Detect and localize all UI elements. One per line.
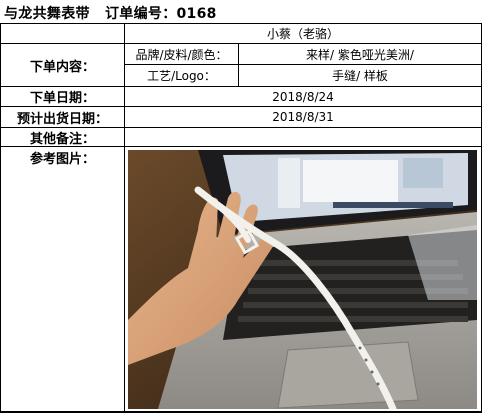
ship-date-value: 2018/8/31 <box>272 110 334 124</box>
brand-value: 来样/ 紫色哑光美洲/ <box>306 47 414 62</box>
order-number-label: 订单编号： <box>105 6 177 22</box>
reference-image-label: 参考图片： <box>29 151 95 167</box>
remarks-label: 其他备注： <box>29 131 95 147</box>
customer-name: 小蔡（老骆） <box>266 27 339 41</box>
order-date-label: 下单日期： <box>29 91 95 106</box>
remarks-value <box>125 128 481 146</box>
craft-label: 工艺/Logo： <box>147 69 216 83</box>
craft-value: 手缝/ 样板 <box>332 69 388 83</box>
reference-photo <box>128 150 477 409</box>
order-content-label: 下单内容： <box>29 59 95 75</box>
ship-date-label: 预计出货日期： <box>16 111 108 127</box>
company-name: 与龙共舞表带 <box>4 6 90 22</box>
order-number: 0168 <box>176 6 217 22</box>
sheet-header: 与龙共舞表带 订单编号：0168 <box>4 3 217 23</box>
order-sheet: 与龙共舞表带 订单编号：0168 小蔡（老骆） 下单内容： 品牌/皮料/颜色： … <box>0 0 482 413</box>
order-date-value: 2018/8/24 <box>272 89 334 104</box>
brand-label: 品牌/皮料/颜色： <box>135 47 228 62</box>
